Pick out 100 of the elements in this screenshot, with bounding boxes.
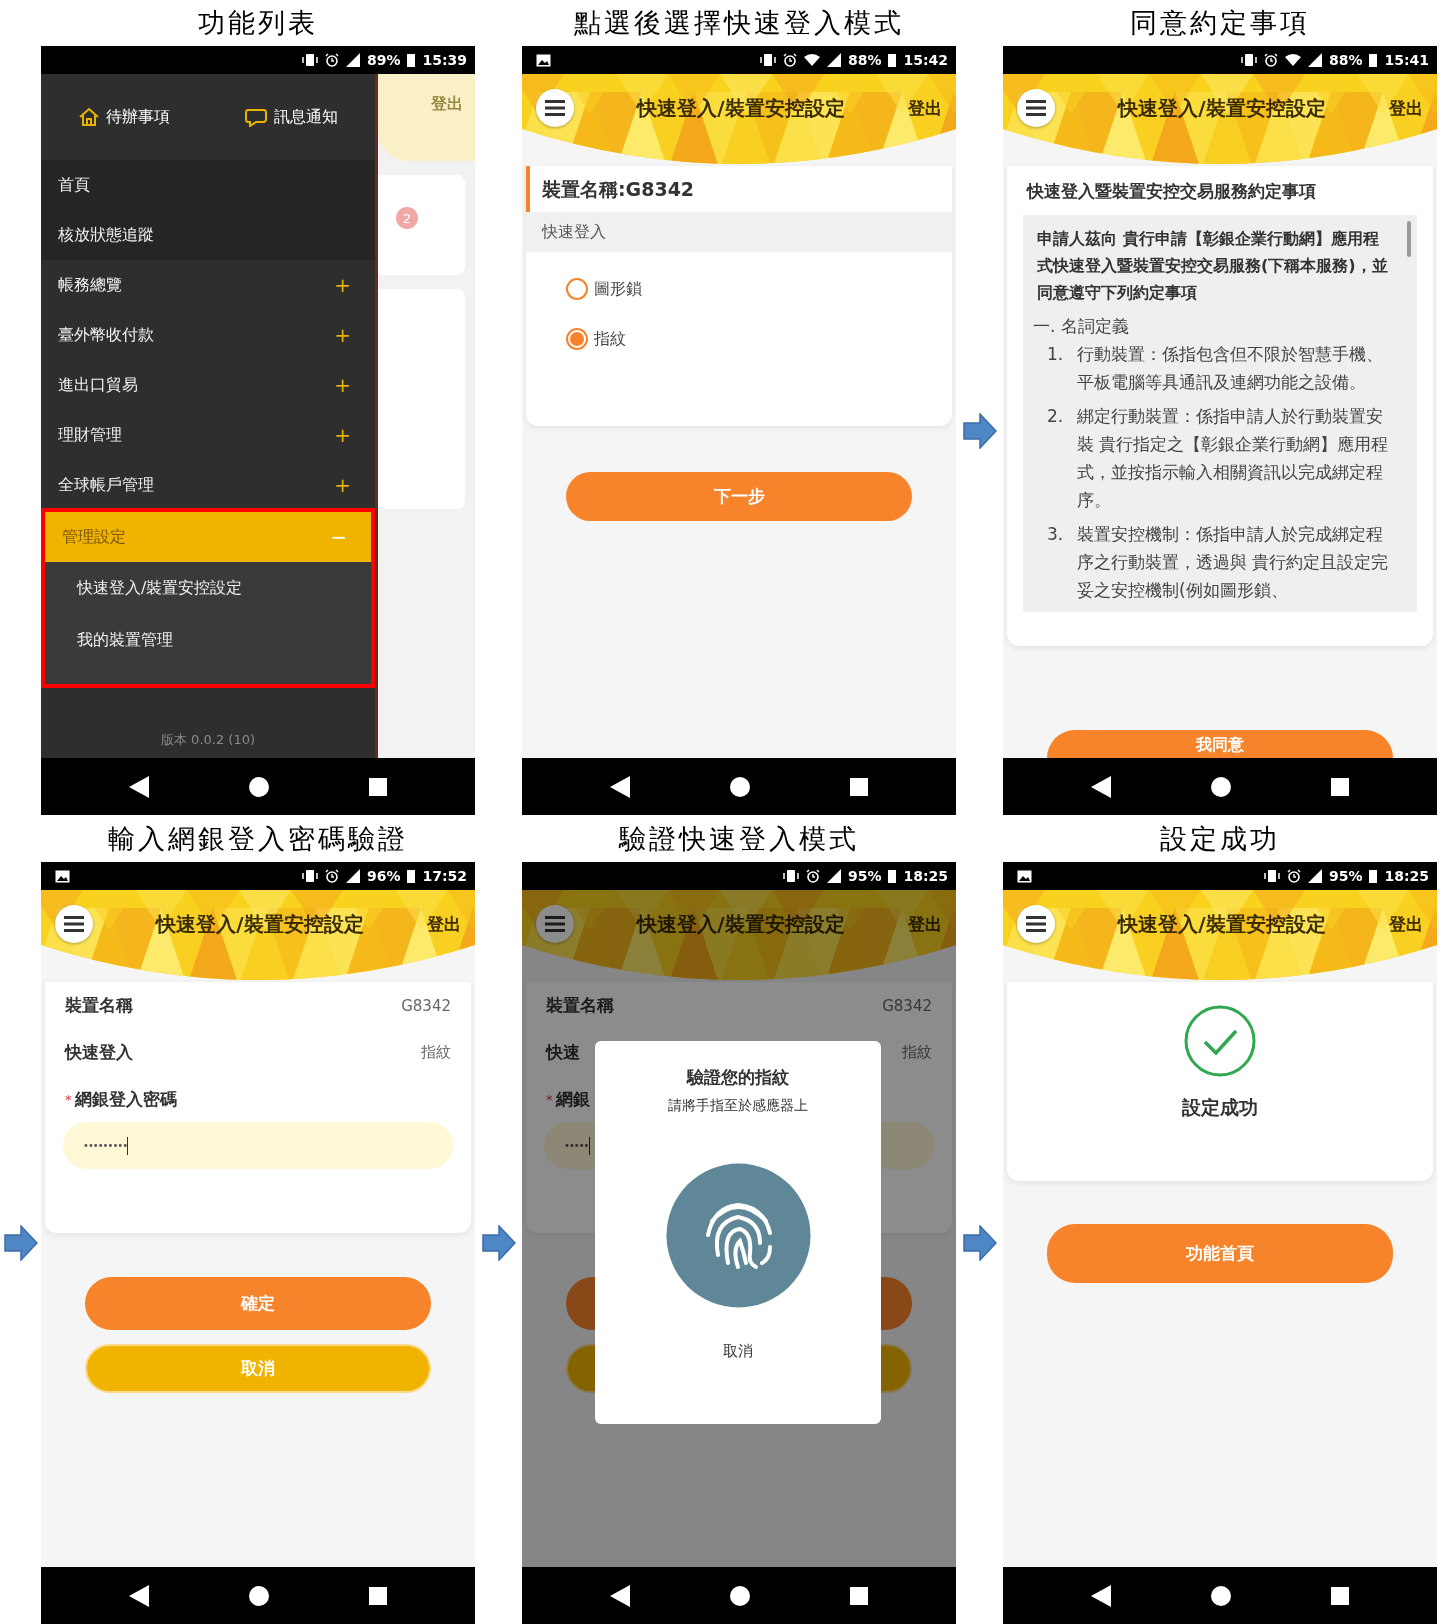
clock-time: 17:52 — [422, 868, 467, 884]
clock-time: 15:41 — [1384, 52, 1429, 68]
battery-percent: 88% — [1328, 52, 1363, 68]
home-button[interactable] — [249, 776, 269, 797]
fingerprint-icon — [665, 1163, 811, 1308]
section-label: 快速登入 — [526, 212, 952, 252]
home-button[interactable] — [730, 776, 750, 797]
vibrate-icon — [301, 53, 318, 67]
count-badge: 2 — [396, 207, 418, 229]
screen-caption: 驗證快速登入模式 — [619, 821, 859, 856]
required-mark: * — [546, 1091, 553, 1107]
field-label: 快速 — [546, 1041, 580, 1064]
required-mark: * — [65, 1091, 72, 1107]
alarm-icon — [324, 869, 339, 883]
battery-percent: 95% — [847, 868, 882, 884]
section-heading: 一. 名詞定義 — [1033, 315, 1130, 338]
menu-item[interactable]: 首頁 — [41, 160, 375, 210]
option-label: 圖形鎖 — [594, 278, 642, 300]
home-button[interactable] — [1211, 1585, 1231, 1606]
vibrate-icon — [1263, 869, 1280, 883]
alarm-icon — [1263, 53, 1278, 67]
vibrate-icon — [759, 53, 776, 67]
page-title: 快速登入/裝置安控設定 — [1116, 94, 1327, 122]
signal-icon — [345, 869, 360, 883]
field-label: 裝置名稱 — [65, 994, 133, 1017]
back-button[interactable] — [129, 1584, 149, 1607]
clock-time: 18:25 — [903, 868, 948, 884]
field-value: G8342 — [401, 996, 451, 1015]
alarm-icon — [1286, 869, 1301, 883]
logout-link[interactable]: 登出 — [1389, 912, 1423, 936]
success-message: 設定成功 — [1182, 1095, 1258, 1120]
home-icon — [78, 107, 100, 127]
battery-icon — [407, 869, 416, 883]
home-button[interactable] — [1211, 776, 1231, 797]
check-circle-icon — [1184, 1005, 1256, 1077]
battery-percent: 88% — [847, 52, 882, 68]
alarm-icon — [324, 53, 339, 67]
screen-caption: 設定成功 — [1160, 821, 1280, 856]
alarm-icon — [805, 869, 820, 883]
flow-arrow — [3, 1225, 38, 1261]
recents-button[interactable] — [850, 777, 868, 796]
back-button[interactable] — [610, 775, 630, 798]
logout-link[interactable]: 登出 — [908, 912, 942, 936]
page-title: 快速登入/裝置安控設定 — [154, 910, 365, 938]
signal-icon — [1307, 53, 1322, 67]
alarm-icon — [782, 53, 797, 67]
page-title: 快速登入/裝置安控設定 — [635, 910, 846, 938]
screen-caption: 功能列表 — [198, 6, 318, 40]
field-label: 快速登入 — [65, 1041, 133, 1064]
recents-button[interactable] — [1331, 1586, 1349, 1605]
version-label: 版本 0.0.2 (10) — [160, 731, 256, 749]
radio-button[interactable] — [566, 328, 588, 350]
field-label: 網銀登入密碼 — [74, 1087, 177, 1111]
radio-button[interactable] — [566, 278, 588, 300]
recents-button[interactable] — [369, 1586, 387, 1605]
terms-intro: 申請人茲向 貴行申請【彰銀企業行動網】應用程式快速登入暨裝置安控交易服務(下稱本服務)，並同意遵守下列約定事項 — [1037, 228, 1389, 304]
home-button[interactable] — [730, 1585, 750, 1606]
recents-button[interactable] — [369, 777, 387, 796]
logout-link[interactable]: 登出 — [427, 912, 461, 936]
signal-icon — [345, 53, 360, 67]
menu-icon — [1026, 916, 1046, 932]
flow-arrow — [481, 1225, 516, 1261]
menu-icon — [64, 916, 84, 932]
back-button[interactable] — [1091, 775, 1111, 798]
field-value: G8342 — [882, 996, 932, 1015]
cancel-link[interactable]: 取消 — [723, 1342, 753, 1361]
clause-text: 3. 裝置安控機制：係指申請人於完成綁定程序之行動裝置，透過與 貴行約定且設定完妥之安控機制(例如圖形鎖、 — [1046, 523, 1390, 602]
menu-item[interactable]: 管理設定 − — [45, 512, 371, 562]
back-button[interactable] — [129, 775, 149, 798]
signal-icon — [826, 869, 841, 883]
vibrate-icon — [301, 869, 318, 883]
battery-percent: 89% — [366, 52, 401, 68]
logout-link[interactable]: 登出 — [1389, 96, 1423, 120]
option-label: 指紋 — [594, 328, 626, 350]
battery-percent: 96% — [366, 868, 401, 884]
field-value: 指紋 — [421, 1043, 451, 1062]
field-label: 裝置名稱 — [546, 994, 614, 1017]
battery-icon — [888, 869, 897, 883]
dialog-message: 請將手指至於感應器上 — [668, 1097, 808, 1115]
logout-link[interactable]: 登出 — [908, 96, 942, 120]
recents-button[interactable] — [1331, 777, 1349, 796]
battery-icon — [1369, 53, 1378, 67]
recents-button[interactable] — [850, 1586, 868, 1605]
home-button[interactable] — [249, 1585, 269, 1606]
shortcut-link[interactable]: 訊息通知 — [244, 106, 338, 128]
menu-item[interactable]: 核放狀態追蹤 — [41, 210, 375, 260]
flow-arrow — [962, 412, 997, 449]
battery-icon — [1369, 869, 1378, 883]
screen-caption: 同意約定事項 — [1130, 6, 1310, 40]
back-button[interactable] — [610, 1584, 630, 1607]
signal-icon — [1307, 869, 1322, 883]
shortcut-link[interactable]: 待辦事項 — [78, 106, 170, 128]
menu-icon — [545, 916, 565, 932]
password-field[interactable]: ••••••••• — [63, 1122, 453, 1169]
terms-heading: 快速登入暨裝置安控交易服務約定事項 — [1025, 180, 1317, 203]
vibrate-icon — [1240, 53, 1257, 67]
vibrate-icon — [782, 869, 799, 883]
back-button[interactable] — [1091, 1584, 1111, 1607]
clock-time: 18:25 — [1384, 868, 1429, 884]
battery-icon — [407, 53, 416, 67]
